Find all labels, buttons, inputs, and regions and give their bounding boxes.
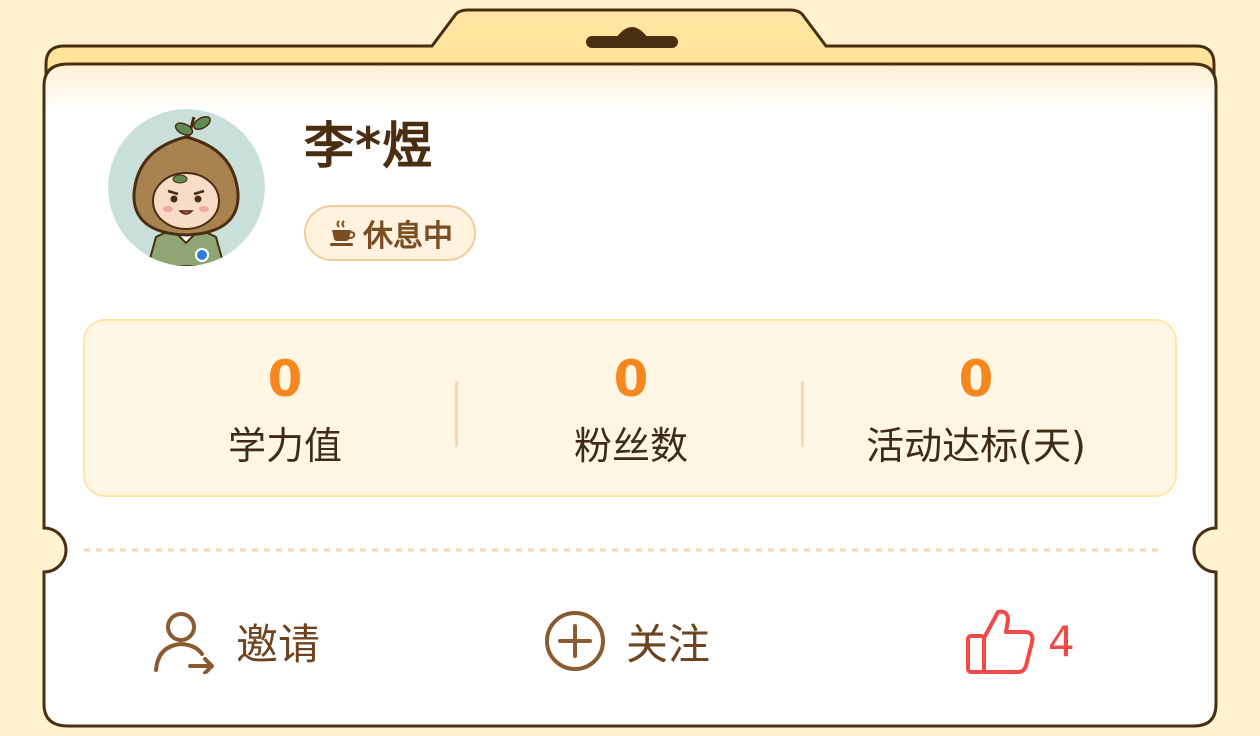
invite-button[interactable]: 邀请 [150,606,320,676]
avatar[interactable] [108,109,265,266]
invite-label: 邀请 [236,619,321,669]
follow-label: 关注 [626,619,711,669]
stat-followers[interactable]: 0 粉丝数 [449,321,813,499]
plus-circle-icon [545,611,605,671]
profile-card-screen: 李*煜 休息中 0 学力值 0 粉丝数 0 活动达标(天) 邀请 关注 4 [0,0,1260,736]
add-user-icon [154,612,214,674]
stat-study-points[interactable]: 0 学力值 [103,321,467,499]
stat-label: 学力值 [227,424,342,468]
stat-value: 0 [267,350,303,408]
stat-label: 活动达标(天) [866,424,1086,468]
onion-mascot-avatar-icon [108,109,265,266]
status-badge: 休息中 [304,205,476,261]
stat-value: 0 [613,350,649,408]
stat-activity-days[interactable]: 0 活动达标(天) [794,321,1158,499]
coffee-cup-icon [330,220,356,246]
follow-button[interactable]: 关注 [544,606,710,676]
thumbs-up-icon [966,609,1035,674]
stat-value: 0 [958,350,994,408]
like-count: 4 [1048,616,1075,666]
stats-panel: 0 学力值 0 粉丝数 0 活动达标(天) [83,319,1177,497]
stat-label: 粉丝数 [573,424,688,468]
status-label: 休息中 [363,219,453,254]
like-button[interactable]: 4 [964,606,1075,676]
user-name: 李*煜 [304,117,434,175]
